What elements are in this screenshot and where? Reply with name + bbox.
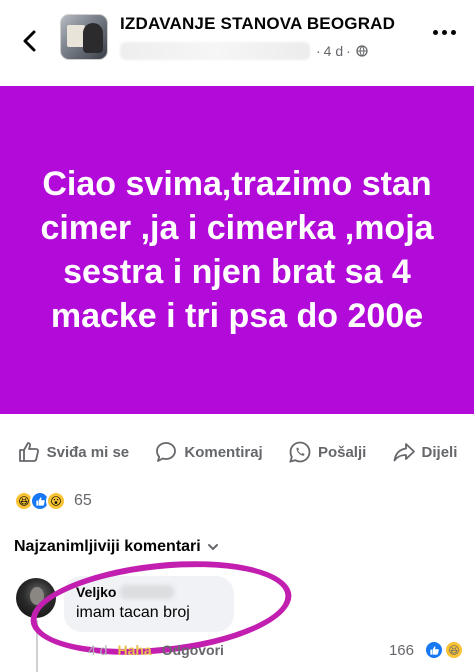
- haha-icon: 😆: [444, 640, 464, 660]
- post-time[interactable]: 4 d: [324, 43, 343, 59]
- author-name-redacted: [120, 42, 310, 60]
- comment-button[interactable]: Komentiraj: [154, 440, 263, 464]
- post-content: Ciao svima,trazimo stan cimer ,ja i cime…: [0, 86, 474, 414]
- like-label: Sviđa mi se: [46, 443, 130, 461]
- send-button[interactable]: Pošalji: [288, 440, 366, 464]
- more-options-icon[interactable]: [433, 30, 456, 35]
- comment-icon: [156, 442, 177, 462]
- comment-reply-button[interactable]: Odgovori: [162, 642, 224, 658]
- share-icon: [393, 443, 415, 462]
- meta-separator: ·: [346, 43, 351, 59]
- like-icon: [424, 640, 444, 660]
- comment-like-button[interactable]: Haha: [117, 642, 151, 658]
- chevron-down-icon: [207, 544, 218, 551]
- comment-meta: 4 d Haha Odgovori: [88, 642, 224, 658]
- post-meta: · 4 d ·: [120, 40, 368, 62]
- like-button[interactable]: Sviđa mi se: [17, 440, 130, 464]
- comment-label: Komentiraj: [184, 443, 263, 461]
- globe-icon: [356, 45, 368, 57]
- comment-filter[interactable]: Najzanimljiviji komentari: [14, 538, 219, 556]
- comment-time[interactable]: 4 d: [88, 642, 107, 658]
- wow-icon: 😮: [46, 491, 66, 511]
- comment-filter-label: Najzanimljiviji komentari: [14, 538, 201, 555]
- post-header: IZDAVANJE STANOVA BEOGRAD · 4 d ·: [0, 0, 474, 86]
- send-label: Pošalji: [317, 443, 367, 461]
- post-text: Ciao svima,trazimo stan cimer ,ja i cime…: [40, 165, 434, 335]
- share-label: Dijeli: [421, 443, 458, 461]
- comment-reactions[interactable]: 166 😆: [388, 640, 464, 660]
- reaction-count: 65: [74, 492, 92, 509]
- meta-separator: ·: [316, 43, 321, 59]
- group-avatar[interactable]: [60, 14, 108, 60]
- group-name[interactable]: IZDAVANJE STANOVA BEOGRAD: [120, 14, 395, 34]
- back-icon[interactable]: [16, 26, 42, 56]
- comment-reaction-count: 166: [388, 641, 414, 659]
- whatsapp-icon: [289, 441, 311, 463]
- action-bar: Sviđa mi se Komentiraj Pošalji Dijeli: [0, 430, 474, 474]
- reactions-summary[interactable]: 😆 😮 65: [14, 488, 92, 514]
- thumbs-up-icon: [18, 442, 39, 462]
- share-button[interactable]: Dijeli: [392, 440, 458, 464]
